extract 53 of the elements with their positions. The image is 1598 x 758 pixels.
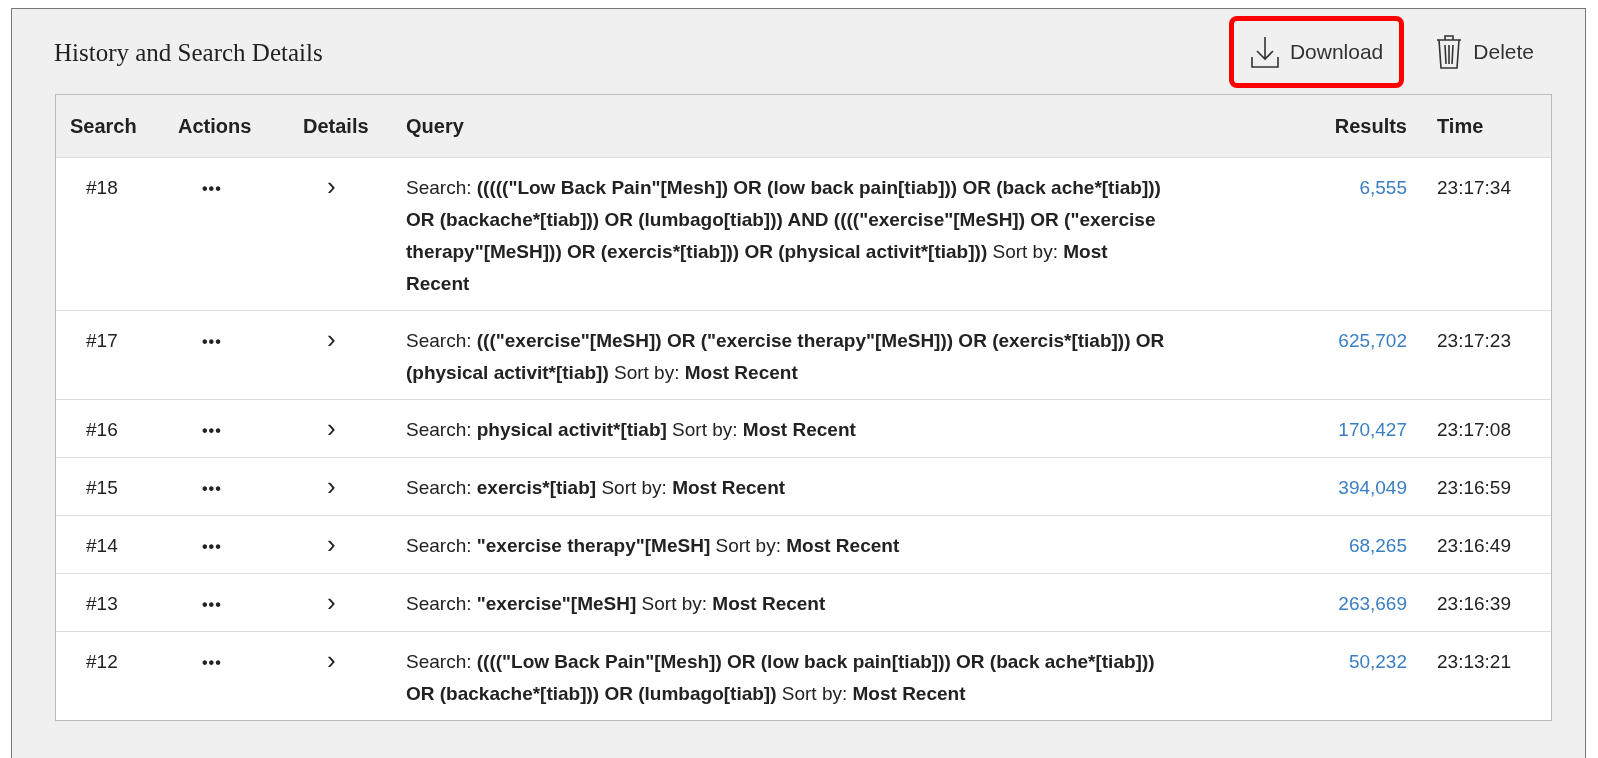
query-text: Search: (((("Low Back Pain"[Mesh]) OR (low back pain[tiab])) OR (back ache*[tiab])) OR (backache*[tiab])) OR (lumbago[tiab]) Sort by: Most Recent <box>406 650 1156 706</box>
time-text: 23:17:34 <box>1437 177 1511 198</box>
query-text: Search: ((((("Low Back Pain"[Mesh]) OR (low back pain[tiab])) OR (back ache*[tiab])) OR (backache*[tiab])) OR (lumbago[tiab])) AND (((("exercise"[MeSH]) OR ("exercise therapy"[MeSH])) OR (exercis*[tiab])) OR (physical activit*[tiab])) Sort by: Most Recent <box>406 176 1162 296</box>
column-header: Details <box>303 115 369 137</box>
query-text: Search: "exercise"[MeSH] Sort by: Most Recent <box>406 592 827 616</box>
time-text: 23:17:23 <box>1437 330 1511 351</box>
results-link[interactable]: 263,669 <box>1338 593 1407 614</box>
details-toggle[interactable]: › <box>327 472 336 500</box>
actions-menu[interactable]: ••• <box>202 175 222 203</box>
results-link[interactable]: 170,427 <box>1338 419 1407 440</box>
search-number: #17 <box>86 330 118 351</box>
download-icon <box>1249 34 1280 69</box>
results-link[interactable]: 625,702 <box>1338 330 1407 351</box>
actions-menu[interactable]: ••• <box>202 533 222 561</box>
column-header: Results <box>1334 115 1407 137</box>
results-link[interactable]: 68,265 <box>1348 535 1407 556</box>
actions-menu[interactable]: ••• <box>202 475 222 503</box>
delete-button[interactable]: Delete <box>1414 15 1555 88</box>
details-toggle[interactable]: › <box>327 325 336 353</box>
actions-menu[interactable]: ••• <box>202 591 222 619</box>
search-number: #15 <box>86 477 118 498</box>
time-text: 23:13:21 <box>1437 651 1511 672</box>
time-text: 23:16:39 <box>1437 593 1511 614</box>
results-link[interactable]: 50,232 <box>1348 651 1407 672</box>
details-toggle[interactable]: › <box>327 588 336 616</box>
trash-icon <box>1435 33 1464 70</box>
search-number: #12 <box>86 651 118 672</box>
time-text: 23:16:49 <box>1437 535 1511 556</box>
column-header: Query <box>406 115 464 137</box>
query-text: Search: ((("exercise"[MeSH]) OR ("exercise therapy"[MeSH])) OR (exercis*[tiab])) OR (physical activit*[tiab]) Sort by: Most Recent <box>406 329 1166 385</box>
panel-title: History and Search Details <box>54 37 323 68</box>
search-number: #13 <box>86 593 118 614</box>
details-toggle[interactable]: › <box>327 172 336 200</box>
details-toggle[interactable]: › <box>327 414 336 442</box>
details-toggle[interactable]: › <box>327 646 336 674</box>
query-text: Search: physical activit*[tiab] Sort by: Most Recent <box>406 418 857 442</box>
query-text: Search: "exercise therapy"[MeSH] Sort by: Most Recent <box>406 534 901 558</box>
column-header: Time <box>1437 115 1484 137</box>
time-text: 23:16:59 <box>1437 477 1511 498</box>
actions-menu[interactable]: ••• <box>202 328 222 356</box>
column-header: Search <box>70 115 137 137</box>
time-text: 23:17:08 <box>1437 419 1511 440</box>
query-text: Search: exercis*[tiab] Sort by: Most Recent <box>406 476 787 500</box>
search-number: #14 <box>86 535 118 556</box>
search-number: #18 <box>86 177 118 198</box>
results-link[interactable]: 394,049 <box>1338 477 1407 498</box>
actions-menu[interactable]: ••• <box>202 417 222 445</box>
actions-menu[interactable]: ••• <box>202 649 222 677</box>
details-toggle[interactable]: › <box>327 530 336 558</box>
results-link[interactable]: 6,555 <box>1359 177 1407 198</box>
download-button[interactable]: Download <box>1228 15 1405 88</box>
search-number: #16 <box>86 419 118 440</box>
column-header: Actions <box>178 115 252 137</box>
